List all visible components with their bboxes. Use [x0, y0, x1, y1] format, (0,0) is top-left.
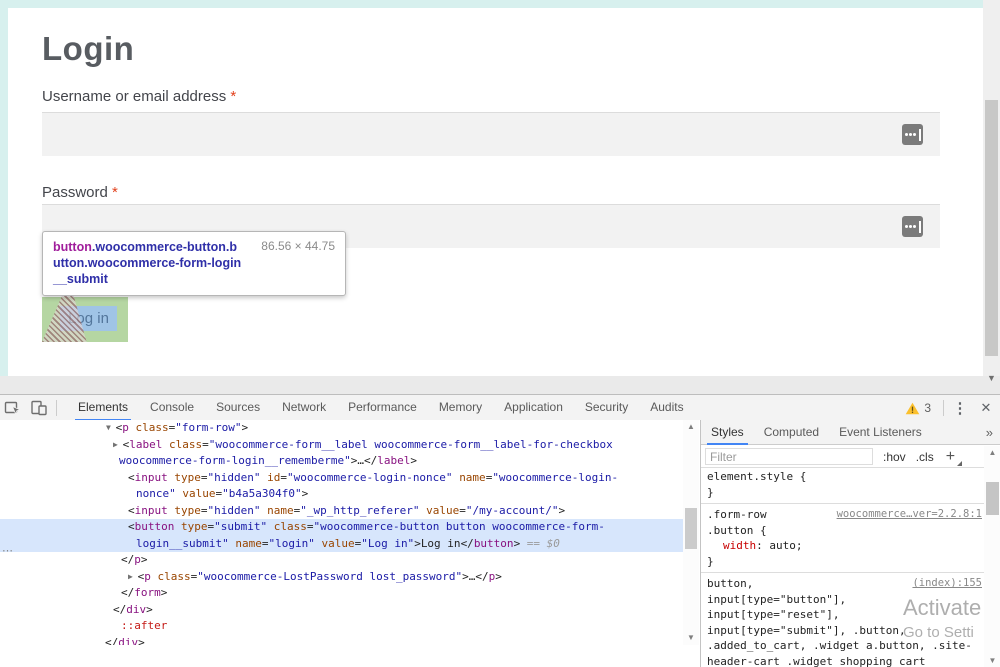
css-selector-line[interactable]: input[type="submit"], .button,	[701, 623, 984, 639]
css-selector-line[interactable]: input[type="reset"],	[701, 607, 984, 623]
page-title: Login	[42, 30, 134, 68]
stylesheet-source-link[interactable]: (index):155	[912, 576, 982, 592]
dom-node-line[interactable]: <button type="submit" class="woocommerce…	[0, 519, 683, 536]
elements-scrollbar[interactable]: ▲ ▼	[683, 420, 699, 645]
css-selector-line[interactable]: .button {	[701, 523, 984, 539]
devtools-menu-icon[interactable]: ⋮	[948, 399, 972, 417]
tab-event-listeners[interactable]: Event Listeners	[829, 420, 932, 445]
elements-panel: ⋯ ▼ <p class="form-row">▶ <label class="…	[0, 420, 700, 667]
devtools-toolbar: ElementsConsoleSourcesNetworkPerformance…	[0, 395, 1000, 421]
css-selector-line[interactable]: (index):155button,	[701, 576, 984, 592]
tab-network[interactable]: Network	[271, 395, 337, 421]
dom-node-line[interactable]: ::after	[0, 618, 683, 635]
screenshot-root: Login Username or email address * Passwo…	[0, 0, 1000, 667]
tab-overflow-icon[interactable]: »	[978, 425, 1000, 440]
device-toolbar-icon[interactable]	[26, 395, 52, 420]
autofill-icon[interactable]	[902, 216, 923, 237]
tab-elements[interactable]: Elements	[67, 395, 139, 421]
scroll-up-arrow-icon[interactable]: ▲	[683, 421, 699, 433]
username-input[interactable]	[42, 112, 940, 156]
tooltip-class-line2: utton.woocommerce-form-login	[53, 255, 335, 271]
tab-performance[interactable]: Performance	[337, 395, 428, 421]
styles-sidebar: StylesComputedEvent Listeners » :hov .cls…	[700, 420, 1000, 667]
css-selector-line[interactable]: header-cart .widget_shopping_cart	[701, 654, 984, 667]
dom-node-line[interactable]: ▶ <label class="woocommerce-form__label …	[0, 437, 683, 454]
selected-row-gutter-dots[interactable]: ⋯	[2, 544, 13, 557]
dom-node-line[interactable]: woocommerce-form-login__rememberme">…</l…	[0, 453, 683, 470]
styles-filter-row: :hov .cls +	[701, 446, 984, 468]
page-scrollbar[interactable]	[983, 0, 1000, 376]
required-asterisk: *	[230, 88, 236, 105]
tooltip-tag: button	[53, 240, 92, 254]
css-selector-line[interactable]: element.style {	[701, 469, 984, 485]
css-selector-line[interactable]: .added_to_cart, .widget a.button, .site-	[701, 638, 984, 654]
devtools-window: ElementsConsoleSourcesNetworkPerformance…	[0, 394, 1000, 667]
dom-node-line[interactable]: nonce" value="b4a5a304f0">	[0, 486, 683, 503]
page-bottom-strip	[0, 376, 1000, 394]
styles-rules[interactable]: element.style {} woocommerce…ver=2.2.8:1.…	[701, 469, 984, 667]
browser-page: Login Username or email address * Passwo…	[0, 0, 1000, 376]
inspect-element-icon[interactable]	[0, 395, 26, 420]
tooltip-class: .woocommerce-button.b	[92, 240, 237, 254]
required-asterisk: *	[112, 184, 118, 201]
elements-code[interactable]: ▼ <p class="form-row">▶ <label class="wo…	[0, 420, 683, 645]
tab-computed[interactable]: Computed	[754, 420, 829, 445]
tooltip-class-line3: __submit	[53, 271, 335, 287]
page-border-top	[0, 0, 983, 8]
dom-node-line[interactable]: <input type="hidden" name="_wp_http_refe…	[0, 503, 683, 520]
toggle-class-editor[interactable]: .cls	[916, 450, 934, 464]
dom-node-line[interactable]: </div>	[0, 635, 683, 646]
new-style-rule-button[interactable]: +	[946, 448, 955, 466]
elements-scrollbar-thumb[interactable]	[685, 508, 697, 549]
css-selector-line[interactable]: woocommerce…ver=2.2.8:1.form-row	[701, 507, 984, 523]
devtools-close-icon[interactable]: ✕	[972, 400, 1000, 416]
dom-node-line[interactable]: ▼ <p class="form-row">	[0, 420, 683, 437]
autofill-icon[interactable]	[902, 124, 923, 145]
tab-sources[interactable]: Sources	[205, 395, 271, 421]
tooltip-dimensions: 86.56 × 44.75	[253, 239, 335, 255]
dom-node-line[interactable]: <input type="hidden" id="woocommerce-log…	[0, 470, 683, 487]
tab-console[interactable]: Console	[139, 395, 205, 421]
tab-audits[interactable]: Audits	[639, 395, 694, 421]
css-property[interactable]: width: auto;	[701, 538, 984, 554]
toolbar-divider	[943, 400, 944, 416]
devtools-tabs: ElementsConsoleSourcesNetworkPerformance…	[67, 395, 695, 421]
console-warning-badge[interactable]: 3	[905, 401, 931, 415]
dom-node-line[interactable]: ▶ <p class="woocommerce-LostPassword los…	[0, 569, 683, 586]
sidebar-tabs: StylesComputedEvent Listeners »	[701, 420, 1000, 445]
styles-filter-input[interactable]	[705, 448, 873, 465]
scroll-down-arrow-icon[interactable]: ▼	[984, 655, 1000, 667]
password-label: Password *	[42, 184, 118, 201]
tab-application[interactable]: Application	[493, 395, 574, 421]
dom-node-line[interactable]: </form>	[0, 585, 683, 602]
styles-scrollbar-thumb[interactable]	[986, 482, 999, 515]
css-selector-line[interactable]: }	[701, 485, 984, 501]
scroll-up-arrow-icon[interactable]: ▲	[984, 447, 1000, 459]
css-selector-line[interactable]: }	[701, 554, 984, 570]
dom-node-line[interactable]: </div>	[0, 602, 683, 619]
dom-node-line[interactable]: login__submit" name="login" value="Log i…	[0, 536, 683, 553]
dom-node-line[interactable]: </p>	[0, 552, 683, 569]
toolbar-divider	[56, 400, 57, 416]
rule-separator	[701, 572, 984, 573]
scroll-down-arrow-icon[interactable]: ▼	[683, 632, 699, 644]
rule-separator	[701, 503, 984, 504]
css-selector-line[interactable]: input[type="button"],	[701, 592, 984, 608]
styles-scrollbar[interactable]: ▲ ▼	[984, 446, 1000, 667]
inspect-tooltip: button.woocommerce-button.b 86.56 × 44.7…	[42, 231, 346, 296]
tab-styles[interactable]: Styles	[701, 420, 754, 445]
scroll-down-arrow-icon[interactable]: ▼	[984, 370, 999, 386]
warning-icon	[905, 402, 920, 415]
tab-memory[interactable]: Memory	[428, 395, 493, 421]
tab-security[interactable]: Security	[574, 395, 639, 421]
stylesheet-source-link[interactable]: woocommerce…ver=2.2.8:1	[837, 507, 982, 523]
username-label: Username or email address *	[42, 88, 236, 105]
page-border-left	[0, 0, 8, 376]
toggle-hover-state[interactable]: :hov	[883, 450, 906, 464]
page-scrollbar-thumb[interactable]	[985, 100, 998, 356]
